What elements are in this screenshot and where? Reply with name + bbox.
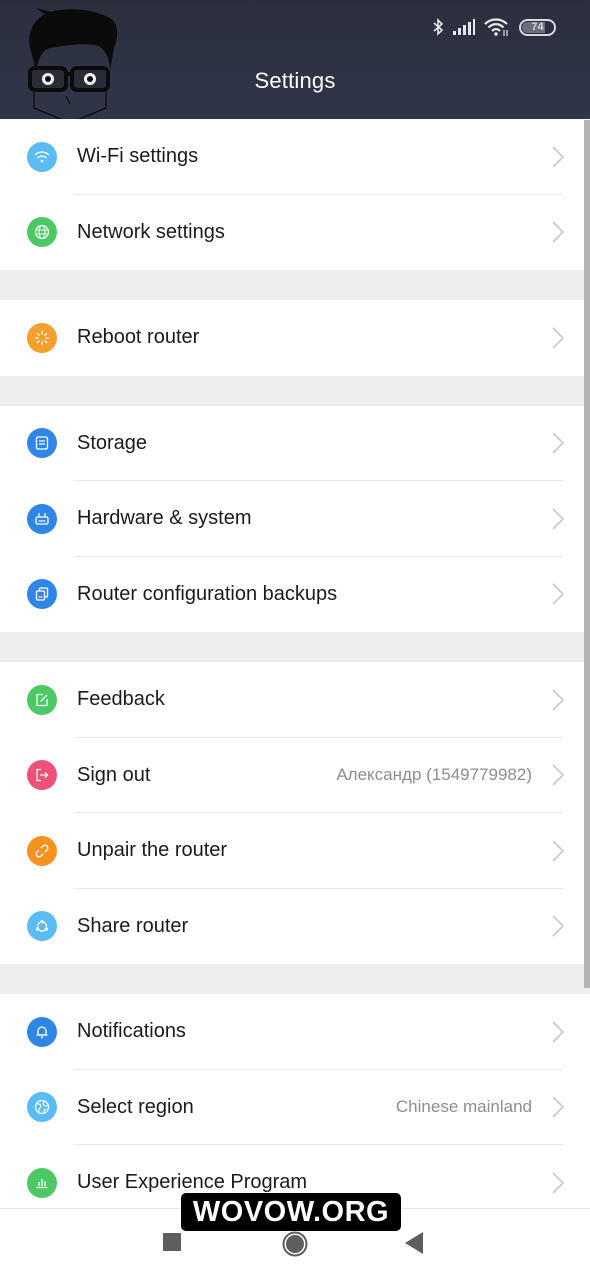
wifi-icon [484,18,508,36]
settings-item-hardware[interactable]: Hardware & system [0,481,590,557]
chevron-right-icon [552,915,564,937]
settings-item-share[interactable]: Share router [0,888,590,964]
cellular-signal-icon [453,19,475,35]
settings-list: Wi-Fi settings Network settings Reboot r… [0,119,590,1221]
settings-item-label: Hardware & system [77,507,252,530]
link-icon [27,835,57,866]
account-name-value: Александр (1549779982) [336,765,532,785]
chevron-right-icon [552,689,564,711]
bell-icon [27,1016,57,1047]
settings-item-reboot[interactable]: Reboot router [0,300,590,376]
storage-icon [27,428,57,459]
settings-item-feedback[interactable]: Feedback [0,662,590,738]
feedback-edit-icon [27,684,57,715]
group-separator [0,964,590,994]
settings-item-label: User Experience Program [77,1171,308,1194]
chevron-right-icon [552,221,564,243]
chevron-right-icon [552,1172,564,1194]
settings-item-label: Reboot router [77,326,200,349]
battery-icon: 74 [519,18,556,36]
settings-item-sign-out[interactable]: Sign out Александр (1549779982) [0,737,590,813]
page-title: Settings [254,68,336,93]
region-globe-icon [27,1092,57,1123]
chevron-right-icon [552,764,564,786]
settings-item-storage[interactable]: Storage [0,405,590,481]
group-separator [0,632,590,662]
settings-item-notifications[interactable]: Notifications [0,994,590,1070]
chevron-right-icon [552,327,564,349]
settings-item-label: Feedback [77,688,165,711]
chevron-right-icon [552,432,564,454]
recents-button[interactable] [163,1233,181,1251]
settings-item-region[interactable]: Select region Chinese mainland [0,1069,590,1145]
chevron-right-icon [552,1021,564,1043]
chevron-right-icon [552,583,564,605]
settings-item-label: Storage [77,431,148,454]
settings-item-label: Router configuration backups [77,582,338,605]
router-hardware-icon [27,503,57,534]
sign-out-icon [27,760,57,791]
battery-level: 74 [522,21,553,33]
chevron-right-icon [552,508,564,530]
settings-item-label: Share router [77,914,189,937]
settings-item-label: Network settings [77,220,225,243]
wifi-icon [27,141,57,172]
chevron-right-icon [552,840,564,862]
settings-item-backups[interactable]: Router configuration backups [0,556,590,632]
settings-item-label: Wi-Fi settings [77,145,199,168]
avatar-logo-icon [28,8,118,124]
watermark: WOVOW.ORG [181,1193,401,1231]
group-separator [0,270,590,300]
settings-item-label: Sign out [77,763,151,786]
region-value: Chinese mainland [395,1097,532,1117]
settings-item-label: Select region [77,1095,194,1118]
home-button[interactable] [282,1231,308,1257]
backup-copy-icon [27,579,57,610]
settings-item-wifi[interactable]: Wi-Fi settings [0,119,590,195]
scrollbar[interactable] [584,120,590,988]
status-bar: 74 [432,16,556,38]
globe-icon [27,217,57,248]
app-header: 74 Settings [0,0,590,124]
settings-item-unpair[interactable]: Unpair the router [0,813,590,889]
bluetooth-icon [433,18,444,36]
settings-item-network[interactable]: Network settings [0,194,590,270]
chevron-right-icon [552,1096,564,1118]
bar-chart-icon [27,1167,57,1198]
group-separator [0,375,590,406]
back-button[interactable] [405,1232,425,1254]
reboot-icon [27,322,57,353]
settings-item-label: Notifications [77,1020,186,1043]
chevron-right-icon [552,146,564,168]
share-icon [27,911,57,942]
settings-item-label: Unpair the router [77,839,228,862]
